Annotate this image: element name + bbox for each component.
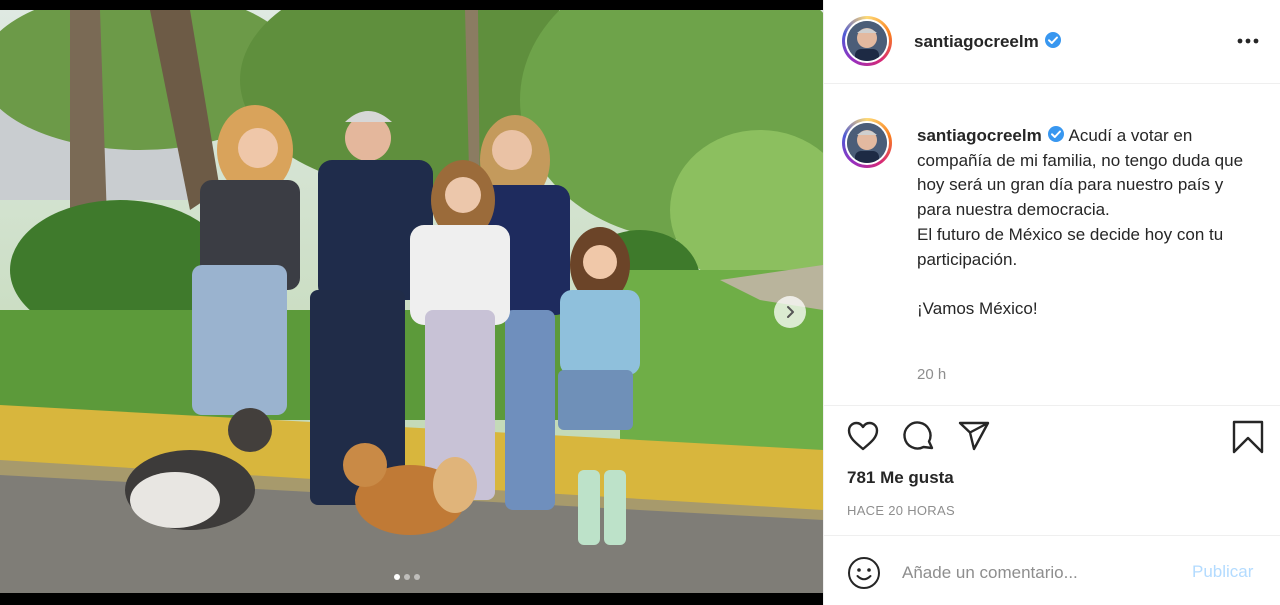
more-options-icon [1237, 38, 1259, 44]
carousel-next-button[interactable] [774, 296, 806, 328]
emoji-icon [848, 557, 880, 589]
emoji-button[interactable] [847, 556, 881, 593]
bookmark-icon [1232, 420, 1264, 454]
top-bar [0, 0, 823, 10]
avatar[interactable] [842, 16, 892, 66]
share-button[interactable] [957, 420, 991, 455]
divider [824, 405, 1280, 406]
likes-count[interactable]: 781 Me gusta [847, 468, 954, 488]
comment-input[interactable] [902, 557, 1172, 589]
verified-badge-icon [1047, 126, 1064, 142]
verified-badge-icon [1044, 32, 1061, 48]
carousel-dot [394, 574, 400, 580]
caption-username[interactable]: santiagocreelm [917, 126, 1065, 145]
caption-time[interactable]: 20 h [917, 366, 946, 383]
publish-button[interactable]: Publicar [1192, 562, 1253, 582]
chevron-right-icon [787, 306, 794, 318]
like-button[interactable] [846, 420, 880, 455]
family-photo-image [0, 10, 823, 593]
save-button[interactable] [1232, 420, 1264, 457]
post-side-panel: santiagocreelm santiagocreelm Acudí a vo… [823, 0, 1280, 605]
post-header: santiagocreelm [824, 0, 1280, 84]
comment-button[interactable] [902, 420, 936, 457]
comment-icon [903, 421, 934, 450]
header-username[interactable]: santiagocreelm [914, 31, 1062, 52]
share-icon [958, 421, 990, 451]
carousel-dot [404, 574, 410, 580]
carousel-dot [414, 574, 420, 580]
post-timestamp[interactable]: HACE 20 HORAS [847, 503, 955, 518]
avatar-photo [847, 123, 887, 163]
bottom-bar [0, 593, 823, 605]
post-photo[interactable] [0, 10, 823, 593]
more-options-button[interactable] [1233, 28, 1263, 51]
heart-icon [847, 421, 879, 451]
carousel-indicator [394, 574, 420, 580]
avatar-photo [847, 21, 887, 61]
divider [824, 535, 1280, 536]
caption-text-3: ¡Vamos México! [917, 298, 1038, 318]
post-caption: santiagocreelm Acudí a votar en compañía… [917, 124, 1252, 322]
caption-avatar[interactable] [842, 118, 892, 168]
caption-text-2: El futuro de México se decide hoy con tu… [917, 224, 1224, 269]
